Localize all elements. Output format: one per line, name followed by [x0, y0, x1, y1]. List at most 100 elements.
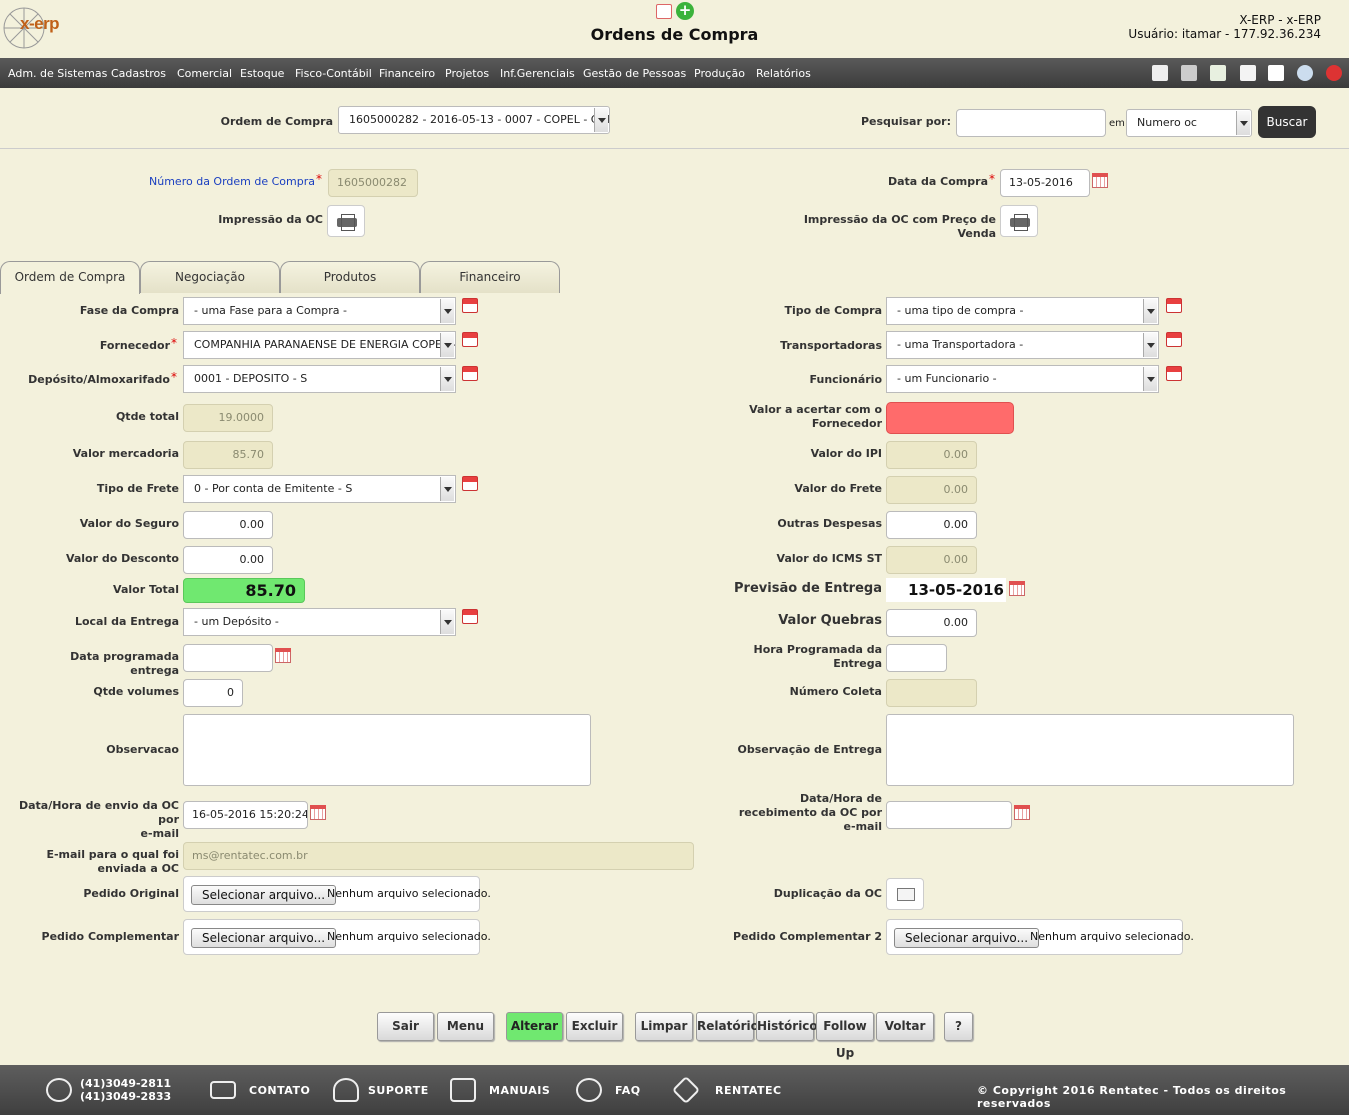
add-tipo-icon[interactable] — [1166, 298, 1182, 313]
fase-value: - uma Fase para a Compra - — [194, 304, 348, 317]
deposito-select[interactable]: 0001 - DEPOSITO - S — [183, 365, 456, 393]
pedido-original-file-button[interactable]: Selecionar arquivo... — [191, 885, 337, 905]
relatorio-button[interactable]: Relatório — [696, 1012, 759, 1041]
tab-financeiro[interactable]: Financeiro — [420, 261, 560, 293]
alterar-button[interactable]: Alterar — [506, 1012, 563, 1041]
pedido-complementar2-file-button[interactable]: Selecionar arquivo... — [894, 928, 1040, 948]
system-name: X-ERP - x-ERP — [1239, 13, 1321, 27]
refresh-icon[interactable] — [1297, 65, 1313, 81]
add-deposito-icon[interactable] — [462, 366, 478, 381]
transportadoras-select[interactable]: - uma Transportadora - — [886, 331, 1159, 359]
menu-button[interactable]: Menu — [437, 1012, 494, 1041]
power-icon[interactable] — [1326, 65, 1342, 81]
excluir-button[interactable]: Excluir — [566, 1012, 623, 1041]
report-icon[interactable] — [656, 4, 672, 19]
tab-ordem-compra[interactable]: Ordem de Compra — [0, 261, 140, 294]
suporte-link[interactable]: SUPORTE — [368, 1084, 429, 1097]
pedido-complementar-file: Selecionar arquivo... Nenhum arquivo sel… — [183, 919, 491, 955]
data-programada-field[interactable] — [183, 644, 273, 672]
add-transportadora-icon[interactable] — [1166, 332, 1182, 347]
recycle-icon[interactable] — [1210, 65, 1226, 81]
menu-fisco[interactable]: Fisco-Contábil — [295, 67, 372, 80]
phone-2: (41)3049-2833 — [80, 1090, 172, 1103]
tipo-compra-select[interactable]: - uma tipo de compra - — [886, 297, 1159, 325]
contato-link[interactable]: CONTATO — [249, 1084, 310, 1097]
calendar-icon[interactable] — [1092, 173, 1108, 188]
menu-projetos[interactable]: Projetos — [445, 67, 489, 80]
add-frete-icon[interactable] — [462, 476, 478, 491]
envio-email-field[interactable]: 16-05-2016 15:20:24 — [183, 801, 308, 829]
numero-coleta-label: Número Coleta — [789, 685, 882, 698]
order-select[interactable]: 1605000282 - 2016-05-13 - 0007 - COPEL -… — [338, 106, 610, 134]
funcionario-select[interactable]: - um Funcionario - — [886, 365, 1159, 393]
tab-produtos[interactable]: Produtos — [280, 261, 420, 293]
calendar-icon[interactable] — [1009, 581, 1025, 596]
print-icon[interactable] — [327, 205, 365, 237]
document-icon[interactable] — [1240, 65, 1256, 81]
pedido-complementar-file-button[interactable]: Selecionar arquivo... — [191, 928, 337, 948]
limpar-button[interactable]: Limpar — [635, 1012, 693, 1041]
follow-up-button[interactable]: Follow Up — [816, 1012, 874, 1060]
duplicate-icon[interactable] — [886, 878, 924, 910]
save-icon[interactable] — [1181, 65, 1197, 81]
outras-despesas-field[interactable]: 0.00 — [886, 511, 977, 539]
qtde-total-label: Qtde total — [115, 410, 179, 423]
print-price-icon[interactable] — [1000, 205, 1038, 237]
add-fornecedor-icon[interactable] — [462, 332, 478, 347]
hora-programada-field[interactable] — [886, 644, 947, 672]
qtde-volumes-field[interactable]: 0 — [183, 679, 243, 707]
local-entrega-select[interactable]: - um Depósito - — [183, 608, 456, 636]
search-input[interactable] — [956, 109, 1106, 137]
recebimento-email-field[interactable] — [886, 801, 1012, 829]
calendar-icon[interactable] — [275, 648, 291, 663]
calendar-icon[interactable] — [1014, 805, 1030, 820]
footer: (41)3049-2811 (41)3049-2833 CONTATO SUPO… — [0, 1065, 1349, 1115]
fornecedor-label: Fornecedor — [99, 339, 170, 352]
previsao-entrega-field[interactable]: 13-05-2016 — [886, 578, 1006, 602]
menu-relatorios[interactable]: Relatórios — [756, 67, 811, 80]
add-fase-icon[interactable] — [462, 298, 478, 313]
add-local-icon[interactable] — [462, 609, 478, 624]
faq-link[interactable]: FAQ — [615, 1084, 641, 1097]
tab-negociacao[interactable]: Negociação — [140, 261, 280, 293]
rentatec-link[interactable]: RENTATEC — [715, 1084, 782, 1097]
home-icon[interactable] — [1152, 65, 1168, 81]
add-icon[interactable]: + — [676, 2, 694, 20]
duplicacao-label: Duplicação da OC — [773, 887, 882, 900]
calendar-icon[interactable] — [310, 805, 326, 820]
envio-email-label: Data/Hora de envio da OC por e-mail — [10, 799, 179, 841]
valor-desconto-field[interactable]: 0.00 — [183, 546, 273, 574]
menu-inf-gerenciais[interactable]: Inf.Gerenciais — [500, 67, 575, 80]
historico-button[interactable]: Histórico — [756, 1012, 818, 1041]
valor-seguro-field[interactable]: 0.00 — [183, 511, 273, 539]
valor-mercadoria-field: 85.70 — [183, 441, 273, 469]
menu-gestao-pessoas[interactable]: Gestão de Pessoas — [583, 67, 686, 80]
menu-estoque[interactable]: Estoque — [240, 67, 284, 80]
valor-quebras-field[interactable]: 0.00 — [886, 609, 977, 637]
tipo-compra-label: Tipo de Compra — [784, 304, 882, 317]
chevron-down-icon — [440, 299, 454, 323]
list-icon[interactable] — [1268, 65, 1284, 81]
data-compra-field[interactable]: 13-05-2016 — [1000, 169, 1090, 197]
manuais-link[interactable]: MANUAIS — [489, 1084, 550, 1097]
menu-cadastros[interactable]: Cadastros — [111, 67, 166, 80]
hora-programada-label-line2: Entrega — [833, 657, 882, 670]
menu-producao[interactable]: Produção — [694, 67, 745, 80]
menu-adm[interactable]: Adm. de Sistemas — [8, 67, 107, 80]
observacao-entrega-textarea[interactable] — [886, 714, 1294, 786]
fornecedor-select[interactable]: COMPANHIA PARANAENSE DE ENERGIA COPEL - — [183, 331, 456, 359]
menu-financeiro[interactable]: Financeiro — [379, 67, 435, 80]
chevron-down-icon — [1143, 333, 1157, 357]
fase-select[interactable]: - uma Fase para a Compra - — [183, 297, 456, 325]
search-field-select[interactable]: Numero oc — [1126, 109, 1252, 137]
tipo-frete-select[interactable]: 0 - Por conta de Emitente - S — [183, 475, 456, 503]
observacao-textarea[interactable] — [183, 714, 591, 786]
help-button[interactable]: ? — [944, 1012, 973, 1041]
voltar-button[interactable]: Voltar — [876, 1012, 934, 1041]
data-programada-label: Data programada entrega — [70, 650, 179, 677]
app-header: x-erp + Ordens de Compra X-ERP - x-ERP U… — [0, 0, 1349, 58]
sair-button[interactable]: Sair — [377, 1012, 434, 1041]
search-button[interactable]: Buscar — [1258, 106, 1316, 138]
menu-comercial[interactable]: Comercial — [177, 67, 232, 80]
add-funcionario-icon[interactable] — [1166, 366, 1182, 381]
